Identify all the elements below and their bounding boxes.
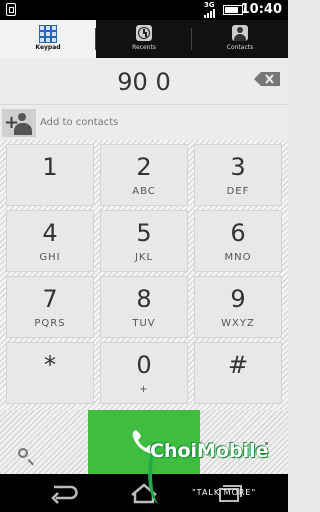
- key-5[interactable]: 5 JKL: [100, 210, 188, 272]
- network-type: 3G: [204, 1, 215, 9]
- dialed-number[interactable]: 90 0: [0, 68, 288, 96]
- search-icon: [18, 448, 28, 458]
- key-1[interactable]: 1: [6, 144, 94, 206]
- recent-apps-icon: [219, 485, 242, 502]
- person-icon: [232, 25, 248, 41]
- navigation-bar: [0, 474, 288, 512]
- tab-label: Contacts: [226, 44, 254, 51]
- clock-time: 10:40: [240, 2, 282, 17]
- back-button[interactable]: [44, 482, 84, 504]
- key-4[interactable]: 4 GHI: [6, 210, 94, 272]
- key-letters: PQRS: [34, 318, 66, 329]
- tab-bar: Keypad Recents Contacts: [0, 20, 288, 58]
- key-0[interactable]: 0 +: [100, 342, 188, 404]
- tab-contacts[interactable]: Contacts: [192, 20, 288, 58]
- key-3[interactable]: 3 DEF: [194, 144, 282, 206]
- overflow-menu-button[interactable]: [200, 410, 288, 474]
- backspace-icon[interactable]: [254, 72, 280, 86]
- key-digit: 8: [136, 285, 152, 313]
- key-digit: 2: [136, 153, 152, 181]
- add-to-contacts-label: Add to contacts: [40, 117, 119, 128]
- number-display: 90 0: [0, 58, 288, 104]
- key-digit: 1: [42, 153, 58, 181]
- key-digit: 3: [230, 153, 246, 181]
- key-letters: DEF: [226, 186, 250, 197]
- back-icon: [51, 485, 78, 504]
- key-digit: #: [227, 351, 249, 379]
- key-letters: GHI: [39, 252, 61, 263]
- key-star[interactable]: *: [6, 342, 94, 404]
- call-button[interactable]: [88, 410, 200, 474]
- key-letters: +: [139, 384, 149, 395]
- tab-recents[interactable]: Recents: [96, 20, 192, 58]
- key-2[interactable]: 2 ABC: [100, 144, 188, 206]
- keypad-icon: [39, 25, 57, 43]
- phone-icon: [132, 430, 156, 454]
- key-7[interactable]: 7 PQRS: [6, 276, 94, 338]
- key-9[interactable]: 9 WXYZ: [194, 276, 282, 338]
- key-letters: JKL: [134, 252, 154, 263]
- search-button[interactable]: [0, 410, 88, 474]
- key-digit: 6: [230, 219, 246, 247]
- key-letters: MNO: [224, 252, 252, 263]
- key-digit: 4: [42, 219, 58, 247]
- key-digit: 5: [136, 219, 152, 247]
- tab-label: Recents: [132, 44, 156, 51]
- key-digit: 7: [42, 285, 58, 313]
- clock-icon: [136, 25, 152, 41]
- key-6[interactable]: 6 MNO: [194, 210, 282, 272]
- signal-icon: [204, 9, 218, 18]
- recent-apps-button[interactable]: [208, 482, 248, 504]
- add-contact-icon: [2, 109, 36, 137]
- tab-keypad[interactable]: Keypad: [0, 20, 96, 58]
- sim-card-icon: [6, 3, 16, 16]
- key-letters: WXYZ: [221, 318, 255, 329]
- key-digit: *: [44, 351, 56, 379]
- key-8[interactable]: 8 TUV: [100, 276, 188, 338]
- key-letters: ABC: [132, 186, 156, 197]
- key-hash[interactable]: #: [194, 342, 282, 404]
- home-button[interactable]: [124, 482, 164, 504]
- key-letters: TUV: [132, 318, 156, 329]
- overflow-icon: [265, 442, 268, 445]
- add-to-contacts-row[interactable]: Add to contacts: [0, 104, 288, 140]
- key-digit: 9: [230, 285, 246, 313]
- status-bar: 3G 10:40: [0, 0, 288, 20]
- home-icon: [131, 483, 157, 504]
- dial-keypad: 1 2 ABC 3 DEF 4 GHI 5 JKL 6 MNO 7 PQRS 8 TUV 9 W…: [0, 140, 288, 410]
- tab-label: Keypad: [35, 44, 61, 51]
- key-digit: 0: [136, 351, 152, 379]
- dialer-action-row: [0, 410, 288, 474]
